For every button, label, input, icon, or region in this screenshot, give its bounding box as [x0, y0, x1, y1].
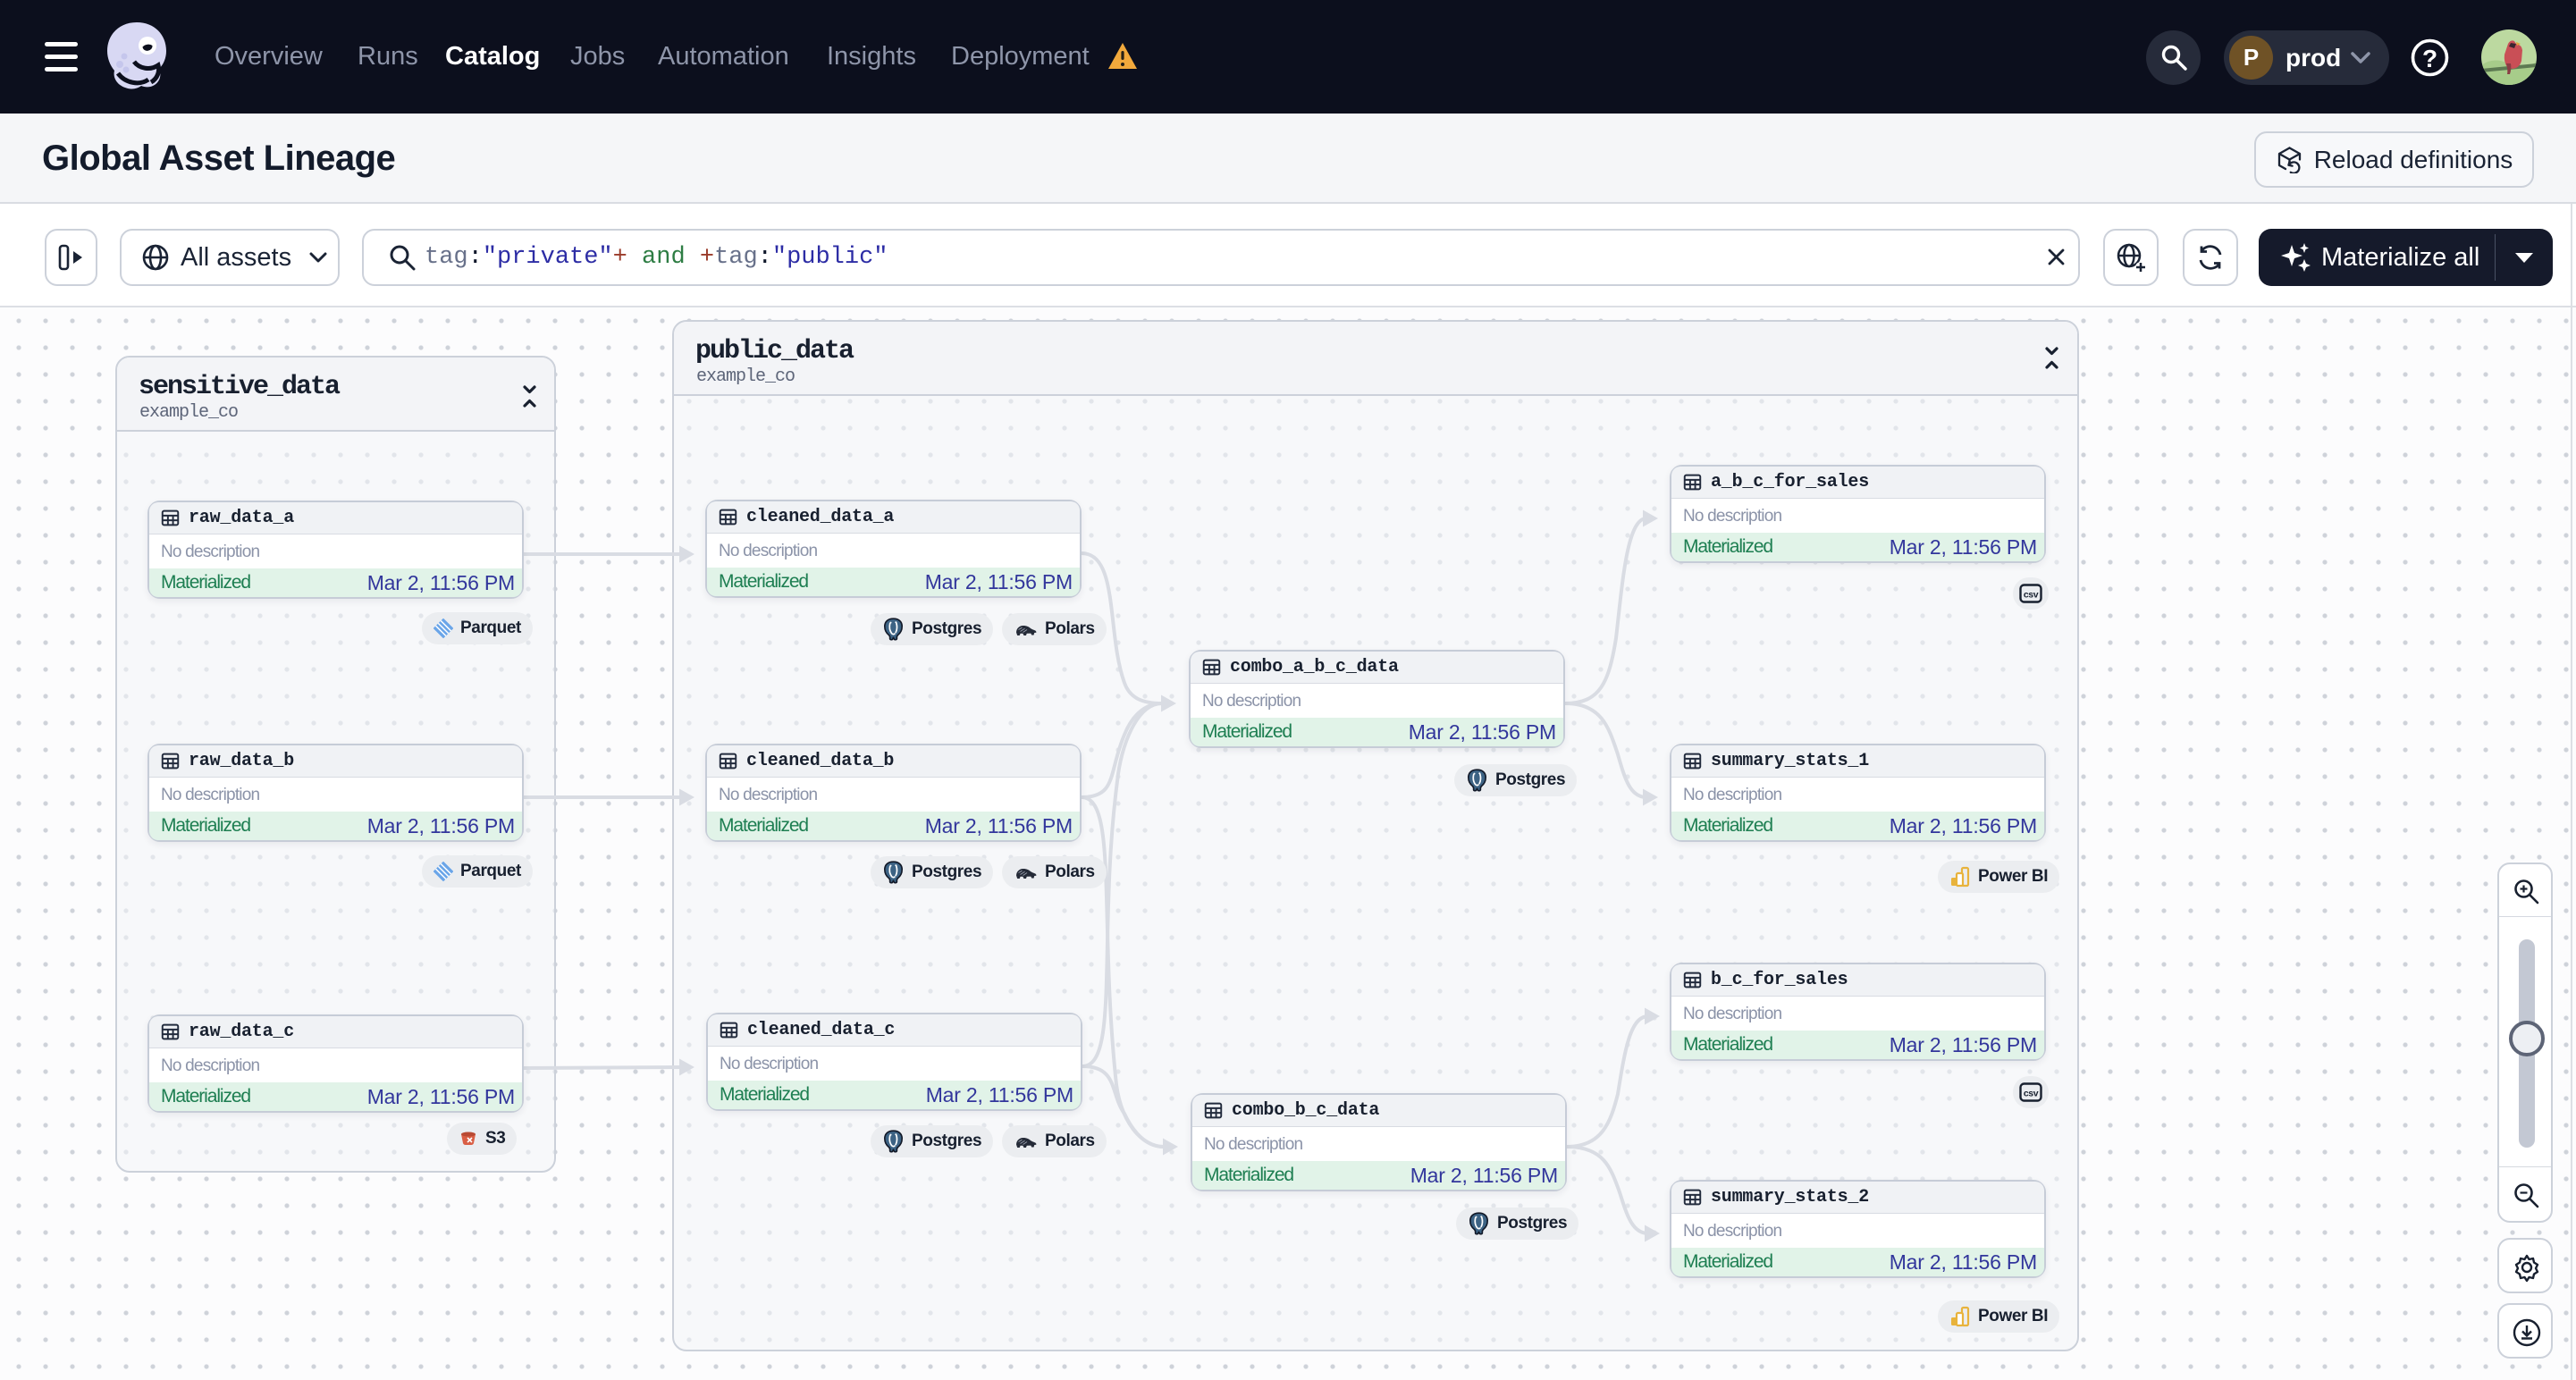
- svg-text:csv: csv: [2024, 1089, 2039, 1099]
- svg-text:csv: csv: [2024, 590, 2039, 601]
- svg-text:?: ?: [2422, 45, 2437, 72]
